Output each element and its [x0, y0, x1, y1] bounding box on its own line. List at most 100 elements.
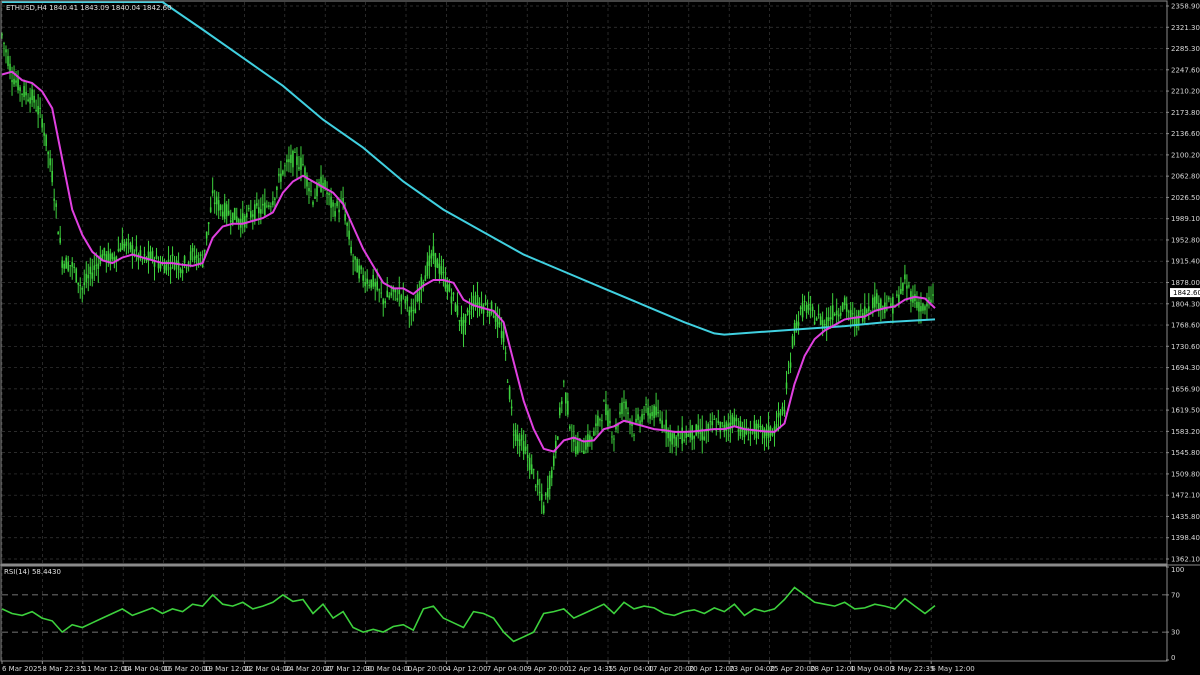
candle-body — [406, 296, 409, 302]
candle-body — [837, 314, 840, 317]
candle-body — [641, 414, 643, 422]
candle-body — [510, 406, 513, 409]
candle-body — [302, 163, 304, 166]
candle-body — [75, 268, 78, 283]
candle-body — [185, 267, 188, 269]
candle-body — [247, 207, 250, 210]
candle-body — [83, 282, 86, 286]
candle-body — [229, 220, 232, 223]
candle-body — [841, 302, 844, 311]
candle-body — [673, 433, 675, 439]
candle-body — [721, 422, 724, 424]
candle-body — [53, 198, 55, 201]
candle-body — [484, 302, 487, 305]
candle-body — [918, 302, 920, 312]
candle-body — [65, 257, 68, 269]
candle-body — [382, 299, 385, 305]
candle-body — [488, 311, 491, 317]
candle-body — [727, 423, 730, 428]
candle-body — [37, 106, 39, 115]
candle-body — [657, 411, 659, 414]
price-tick-label: 1989.10 — [1171, 215, 1200, 223]
candle-body — [460, 317, 463, 327]
candle-body — [735, 418, 738, 422]
candle-body — [565, 392, 567, 404]
candle-body — [67, 261, 70, 271]
candle-body — [278, 173, 280, 176]
candle-body — [711, 421, 714, 426]
candle-body — [125, 241, 128, 246]
price-tick-label: 1656.90 — [1171, 385, 1200, 393]
candle-body — [695, 424, 698, 436]
candle-body — [117, 249, 120, 251]
candle-body — [396, 298, 399, 301]
candle-body — [227, 210, 230, 215]
candle-body — [312, 201, 314, 205]
candle-body — [637, 414, 639, 420]
candle-body — [207, 222, 210, 225]
candle-body — [809, 304, 812, 306]
candle-body — [785, 382, 788, 389]
candle-body — [199, 254, 202, 256]
candle-body — [880, 299, 882, 309]
candle-body — [498, 322, 501, 325]
candle-body — [179, 269, 182, 273]
price-tick-label: 1472.10 — [1171, 492, 1200, 500]
candle-body — [354, 256, 356, 260]
x-tick-label: 3 May 22:35 — [891, 665, 935, 673]
candle-body — [546, 488, 549, 498]
candle-body — [79, 284, 82, 286]
candle-body — [432, 246, 435, 256]
candle-body — [691, 425, 694, 440]
candle-body — [288, 159, 290, 163]
candle-body — [294, 151, 296, 153]
candle-body — [35, 110, 37, 112]
candle-body — [486, 311, 489, 313]
candle-body — [203, 249, 206, 252]
candle-body — [542, 505, 545, 514]
candle-body — [332, 202, 334, 207]
candle-body — [583, 450, 585, 454]
candle-body — [57, 232, 59, 235]
price-tick-label: 1583.20 — [1171, 428, 1200, 436]
candle-body — [211, 190, 214, 194]
candle-body — [651, 411, 653, 417]
candle-body — [416, 293, 419, 302]
candle-body — [783, 409, 786, 415]
candle-body — [360, 266, 362, 270]
candle-body — [548, 475, 551, 489]
candle-body — [926, 303, 928, 307]
candle-body — [753, 420, 756, 434]
candle-body — [21, 93, 23, 95]
candle-body — [256, 203, 258, 206]
candle-body — [310, 190, 312, 192]
candle-body — [378, 289, 381, 291]
candle-body — [522, 441, 525, 455]
x-tick-label: 1 May 04:00 — [850, 665, 894, 673]
candle-body — [223, 202, 226, 220]
candle-body — [296, 156, 298, 165]
price-tick-label: 2062.80 — [1171, 173, 1200, 181]
candle-body — [924, 306, 926, 311]
x-tick-label: 7 Apr 04:00 — [487, 665, 528, 673]
candle-body — [464, 314, 467, 323]
candle-body — [757, 423, 760, 429]
candle-body — [609, 420, 611, 424]
candle-body — [793, 323, 796, 333]
candle-body — [438, 263, 441, 274]
candle-body — [659, 418, 661, 422]
candle-body — [91, 272, 94, 279]
candle-body — [358, 265, 360, 279]
candle-body — [442, 271, 445, 274]
candle-body — [81, 287, 84, 290]
candle-body — [412, 309, 415, 311]
rsi-tick-label: 100 — [1171, 566, 1184, 574]
candle-body — [922, 303, 924, 311]
candle-body — [258, 207, 260, 214]
candle-body — [31, 89, 33, 101]
candle-body — [743, 430, 746, 438]
candle-body — [530, 464, 533, 475]
candle-body — [326, 192, 328, 195]
candle-body — [906, 285, 908, 289]
candle-body — [849, 310, 852, 318]
